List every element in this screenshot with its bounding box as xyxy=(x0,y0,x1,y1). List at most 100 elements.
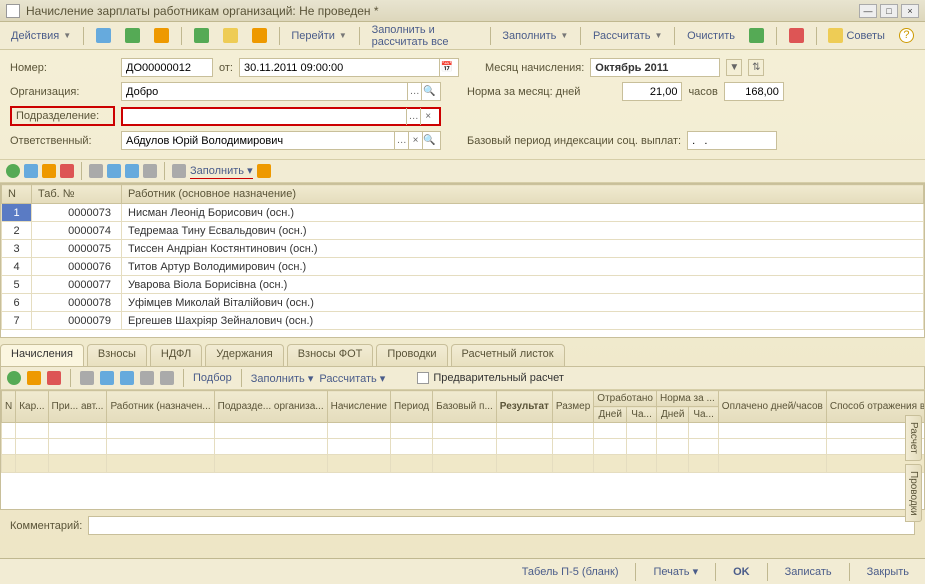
minimize-button[interactable]: — xyxy=(859,4,877,18)
print-menu[interactable]: Печать ▾ xyxy=(647,562,704,581)
norm-hours-input[interactable] xyxy=(724,82,784,101)
date-input[interactable]: 📅 xyxy=(239,58,459,77)
table-row[interactable]: 60000078Уфімцев Миколай Віталійович (осн… xyxy=(2,294,924,312)
col2-base[interactable]: Базовый п... xyxy=(433,391,497,423)
tab-contrib[interactable]: Взносы xyxy=(87,344,147,366)
table-row[interactable]: 30000075Тиссен Андріан Костянтинович (ос… xyxy=(2,240,924,258)
org-search-icon[interactable]: 🔍 xyxy=(421,83,436,100)
goto-menu[interactable]: Перейти▼ xyxy=(286,28,352,44)
tabel-button[interactable]: Табель П-5 (бланк) xyxy=(516,563,625,581)
edit-icon[interactable] xyxy=(27,371,41,385)
col2-norm-hours[interactable]: Ча... xyxy=(689,407,718,423)
tab-fot[interactable]: Взносы ФОТ xyxy=(287,344,374,366)
toolbar-icon-8[interactable] xyxy=(784,26,809,45)
tab-ndfl[interactable]: НДФЛ xyxy=(150,344,202,366)
org-input[interactable]: …🔍 xyxy=(121,82,441,101)
tab-accruals[interactable]: Начисления xyxy=(0,344,84,366)
close-button[interactable]: × xyxy=(901,4,919,18)
col2-worker[interactable]: Работник (назначен... xyxy=(107,391,214,423)
table-row[interactable]: 10000073Нисман Леонід Борисович (осн.) xyxy=(2,204,924,222)
org-select-icon[interactable]: … xyxy=(407,83,422,100)
toolbar-icon-6[interactable] xyxy=(247,26,272,45)
advice-button[interactable]: Советы xyxy=(823,26,889,45)
move-up-icon[interactable] xyxy=(100,371,114,385)
tab-postings[interactable]: Проводки xyxy=(376,344,447,366)
table-row[interactable] xyxy=(2,423,925,439)
workers-grid[interactable]: N Таб. № Работник (основное назначение) … xyxy=(0,183,925,338)
table-row[interactable]: 50000077Уварова Віола Борисівна (осн.) xyxy=(2,276,924,294)
help-button[interactable]: ? xyxy=(894,26,919,45)
sort-za-icon[interactable] xyxy=(160,371,174,385)
maximize-button[interactable]: □ xyxy=(880,4,898,18)
number-input[interactable] xyxy=(121,58,213,77)
toolbar-icon-2[interactable] xyxy=(120,26,145,45)
top-fill-menu[interactable]: Заполнить ▾ xyxy=(190,164,253,179)
copy-icon[interactable] xyxy=(24,164,38,178)
delete-icon[interactable] xyxy=(47,371,61,385)
resp-clear-icon[interactable]: × xyxy=(408,132,422,149)
actions-menu[interactable]: Действия▼ xyxy=(6,28,76,44)
toolbar-icon-1[interactable] xyxy=(91,26,116,45)
col-worker[interactable]: Работник (основное назначение) xyxy=(122,185,924,204)
select-button[interactable]: Подбор xyxy=(193,372,232,384)
sort-icon[interactable] xyxy=(80,371,94,385)
calc-menu[interactable]: Рассчитать▼ xyxy=(588,28,667,44)
resp-search-icon[interactable]: 🔍 xyxy=(422,132,436,149)
table-row[interactable]: 20000074Тедремаа Тину Есвальдович (осн.) xyxy=(2,222,924,240)
add-icon[interactable] xyxy=(7,371,21,385)
norm-days-input[interactable] xyxy=(622,82,682,101)
month-dropdown-icon[interactable]: ▼ xyxy=(726,59,742,76)
clear-button[interactable]: Очистить xyxy=(682,28,740,44)
prelim-checkbox[interactable]: Предварительный расчет xyxy=(417,372,564,384)
save-button[interactable]: Записать xyxy=(779,563,838,581)
move-down-icon[interactable] xyxy=(120,371,134,385)
edit-icon[interactable] xyxy=(42,164,56,178)
sort-az-icon[interactable] xyxy=(140,371,154,385)
toolbar-icon-5[interactable] xyxy=(218,26,243,45)
month-select[interactable]: Октябрь 2011 xyxy=(590,58,720,77)
toolbar-icon-7[interactable] xyxy=(744,26,769,45)
resp-input[interactable]: …×🔍 xyxy=(121,131,441,150)
col2-size[interactable]: Размер xyxy=(552,391,593,423)
sort-az-icon[interactable] xyxy=(143,164,157,178)
side-tab-postings[interactable]: Проводки xyxy=(905,464,922,523)
col2-worked-hours[interactable]: Ча... xyxy=(627,407,657,423)
toolbar-icon-3[interactable] xyxy=(149,26,174,45)
col2-worked-days[interactable]: Дней xyxy=(594,407,627,423)
calendar-icon[interactable]: 📅 xyxy=(439,59,454,76)
tab-payslip[interactable]: Расчетный листок xyxy=(451,344,565,366)
month-spin-icon[interactable]: ⇅ xyxy=(748,59,764,76)
close-button-bottom[interactable]: Закрыть xyxy=(861,563,915,581)
col2-norm-days[interactable]: Дней xyxy=(656,407,688,423)
resp-select-icon[interactable]: … xyxy=(394,132,408,149)
col2-kar[interactable]: Кар... xyxy=(16,391,48,423)
col2-accrual[interactable]: Начисление xyxy=(327,391,390,423)
delete-icon[interactable] xyxy=(60,164,74,178)
col-n[interactable]: N xyxy=(2,185,32,204)
comment-input[interactable] xyxy=(88,516,915,535)
col2-n[interactable]: N xyxy=(2,391,16,423)
accruals-grid[interactable]: N Кар... При... авт... Работник (назначе… xyxy=(0,390,925,510)
sort-za-icon[interactable] xyxy=(172,164,186,178)
fill-calc-all-button[interactable]: Заполнить и рассчитать все xyxy=(367,22,483,50)
table-row[interactable]: 70000079Ергешев Шахріяр Зейналович (осн.… xyxy=(2,312,924,330)
col2-period[interactable]: Период xyxy=(391,391,433,423)
person-icon[interactable] xyxy=(257,164,271,178)
table-row[interactable]: 40000076Титов Артур Володимирович (осн.) xyxy=(2,258,924,276)
add-icon[interactable] xyxy=(6,164,20,178)
base-period-input[interactable] xyxy=(687,131,777,150)
dept-input[interactable]: …× xyxy=(121,107,441,126)
col2-result[interactable]: Результат xyxy=(496,391,552,423)
col2-pri[interactable]: При... авт... xyxy=(48,391,107,423)
dept-clear-icon[interactable]: × xyxy=(420,108,435,125)
side-tab-calc[interactable]: Расчет xyxy=(905,415,922,461)
sort-icon[interactable] xyxy=(89,164,103,178)
sub-fill-menu[interactable]: Заполнить ▾ xyxy=(251,372,314,385)
move-up-icon[interactable] xyxy=(107,164,121,178)
col2-worked[interactable]: Отработано xyxy=(594,391,657,407)
move-down-icon[interactable] xyxy=(125,164,139,178)
fill-menu[interactable]: Заполнить▼ xyxy=(497,28,573,44)
sub-calc-menu[interactable]: Рассчитать ▾ xyxy=(319,372,385,385)
table-row[interactable] xyxy=(2,439,925,455)
dept-select-icon[interactable]: … xyxy=(406,108,421,125)
